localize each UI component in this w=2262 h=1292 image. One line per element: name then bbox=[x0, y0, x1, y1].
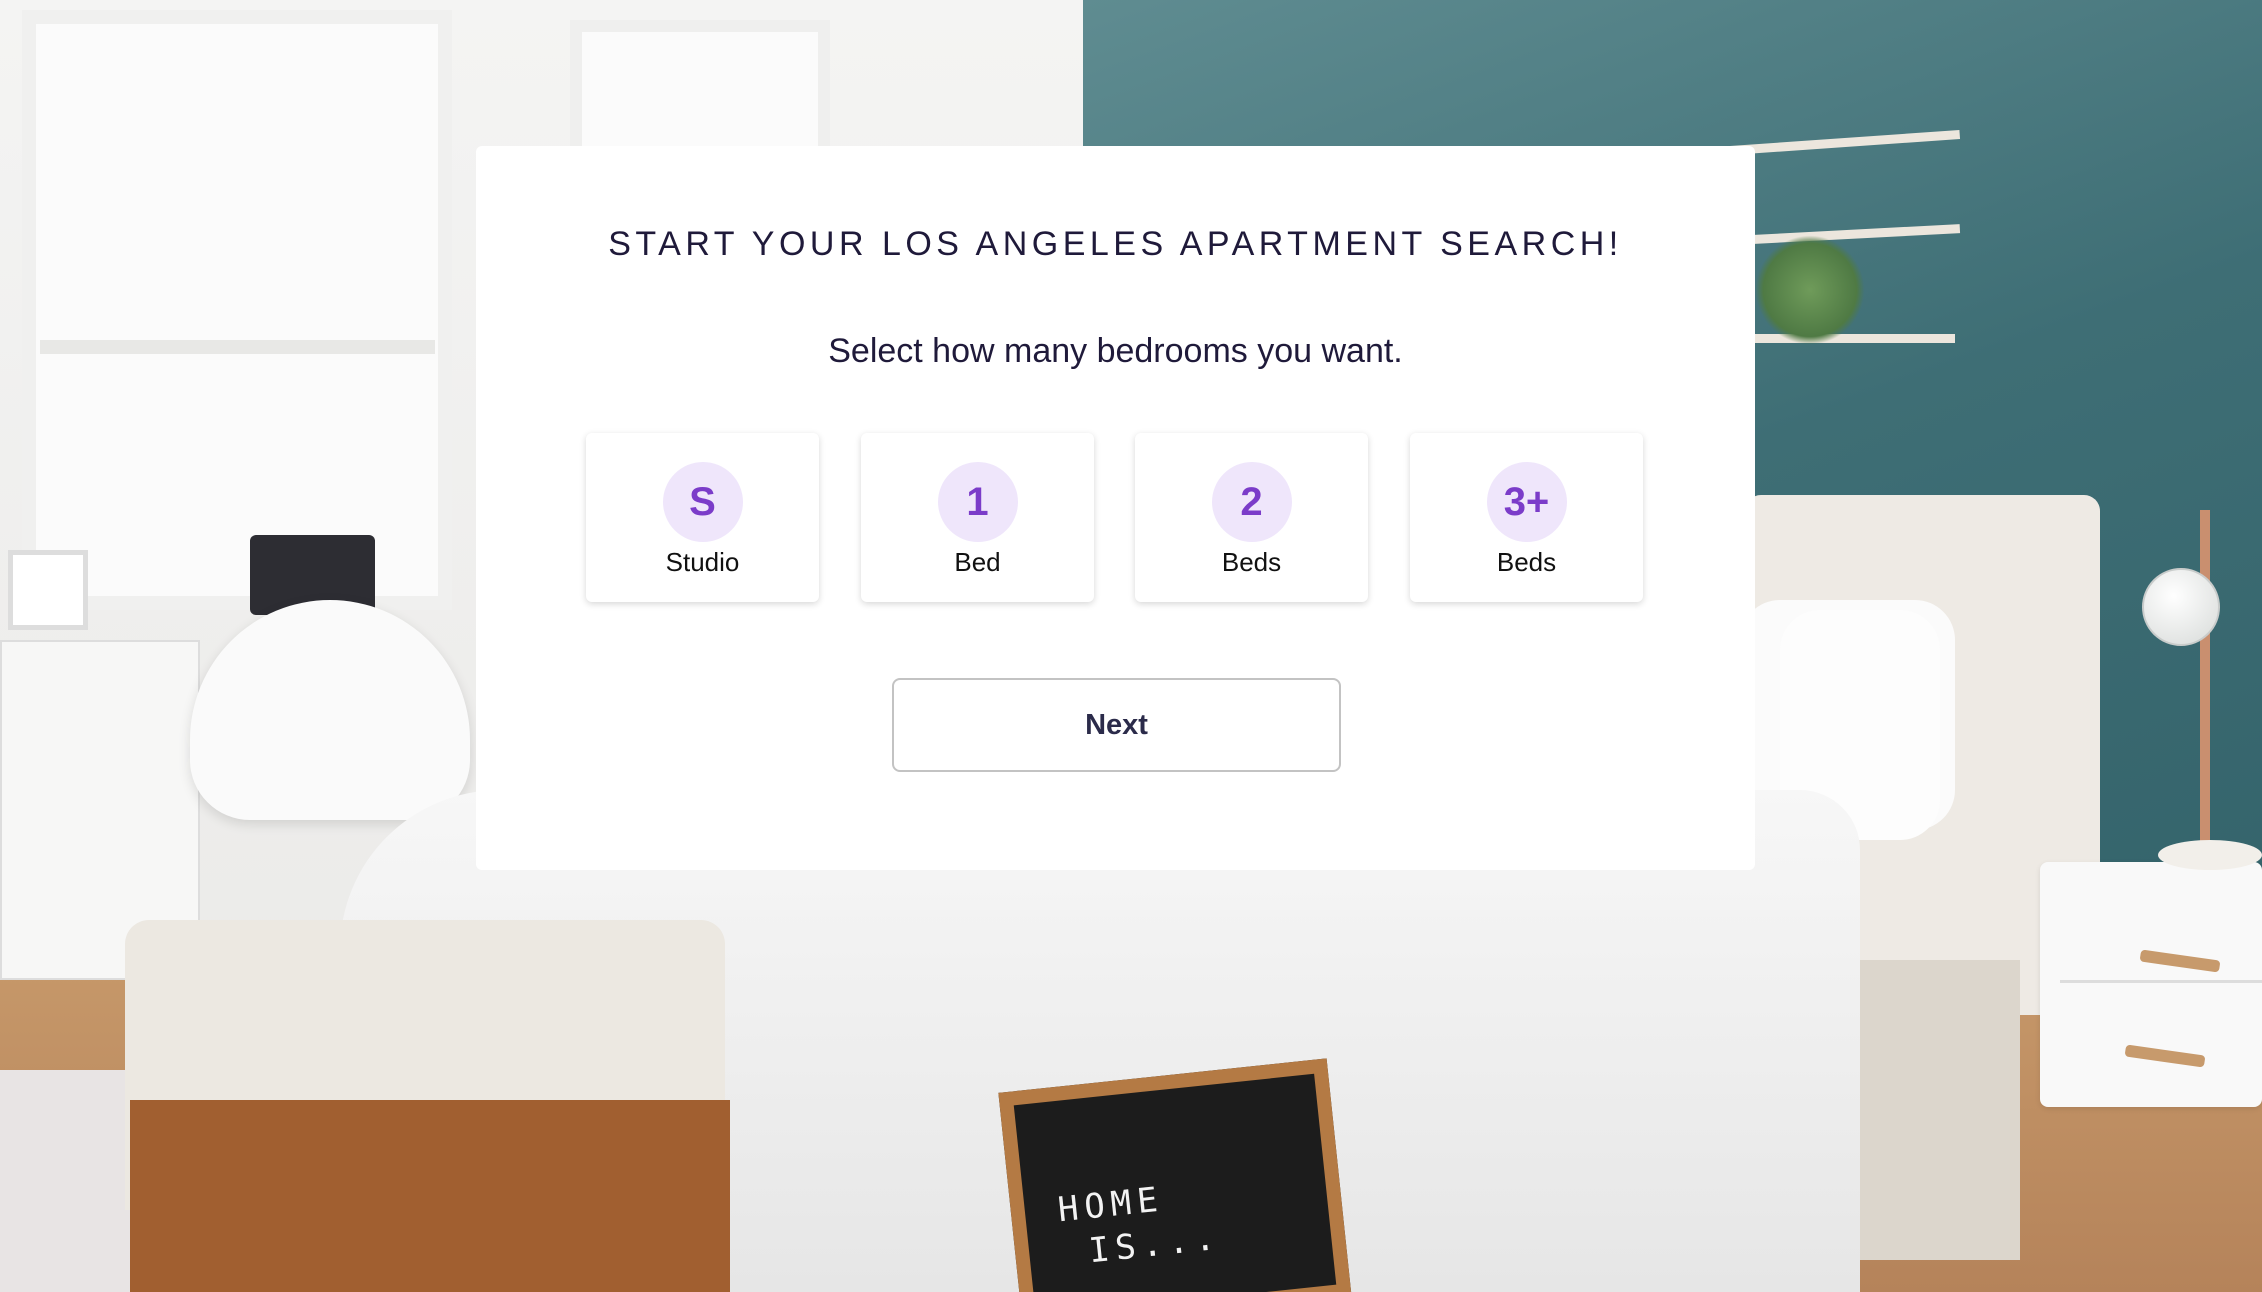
window bbox=[570, 20, 830, 160]
window-sash bbox=[40, 340, 435, 354]
modal-subtitle: Select how many bedrooms you want. bbox=[828, 332, 1403, 370]
bedroom-selection-modal: START YOUR LOS ANGELES APARTMENT SEARCH!… bbox=[476, 146, 1755, 870]
option-badge: S bbox=[662, 462, 743, 542]
option-badge: 3+ bbox=[1486, 462, 1567, 542]
option-label: Bed bbox=[954, 547, 1001, 577]
option-badge: 1 bbox=[937, 462, 1018, 542]
option-3-plus-beds[interactable]: 3+ Beds bbox=[1410, 433, 1643, 602]
bedroom-options: S Studio 1 Bed 2 Beds 3+ Beds bbox=[586, 433, 1646, 603]
option-1-bed[interactable]: 1 Bed bbox=[861, 433, 1094, 602]
window bbox=[22, 10, 452, 610]
lamp-base bbox=[2158, 840, 2262, 870]
next-button[interactable]: Next bbox=[892, 678, 1341, 772]
option-label: Beds bbox=[1221, 547, 1282, 577]
nightstand bbox=[2040, 862, 2262, 1107]
bench-base bbox=[130, 1100, 730, 1292]
modal-title: START YOUR LOS ANGELES APARTMENT SEARCH! bbox=[608, 225, 1623, 263]
option-label: Studio bbox=[665, 547, 740, 577]
option-label: Beds bbox=[1496, 547, 1557, 577]
option-badge: 2 bbox=[1211, 462, 1292, 542]
lamp-bulb bbox=[2142, 568, 2220, 646]
letterboard-text: HOME IS... bbox=[1056, 1179, 1223, 1275]
photo-frame bbox=[8, 550, 88, 630]
lamp-pole bbox=[2200, 510, 2210, 850]
drawer-divider bbox=[2060, 980, 2262, 983]
hanging-plant bbox=[1755, 235, 1865, 345]
option-2-beds[interactable]: 2 Beds bbox=[1135, 433, 1368, 602]
option-studio[interactable]: S Studio bbox=[586, 433, 819, 602]
